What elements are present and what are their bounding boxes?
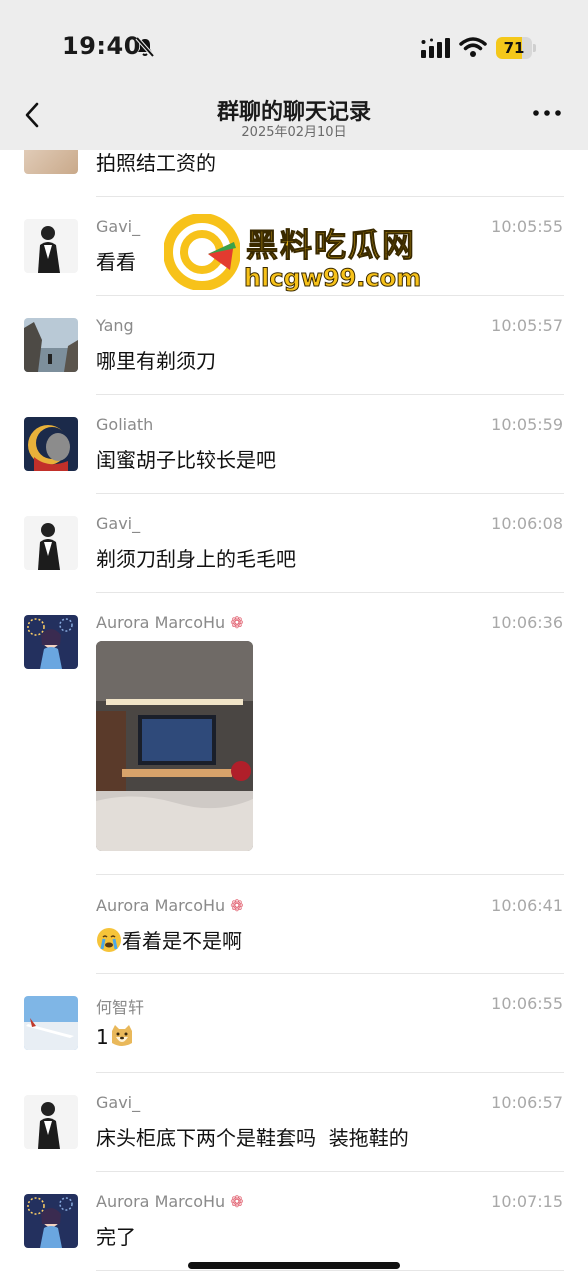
more-options-icon[interactable] [532,108,562,118]
cellular-signal-icon [421,38,450,58]
status-bar: 19:40 71 [0,0,588,90]
divider [96,394,564,395]
message-text: 闺蜜胡子比较长是吧 [96,448,276,472]
avatar[interactable] [24,417,78,471]
message-time: 10:05:55 [491,217,563,236]
sender-name: Aurora MarcoHu ❁ [96,1192,244,1211]
sender-name: 何智轩 [96,998,145,1017]
avatar[interactable] [24,1194,78,1248]
message-time: 10:05:57 [491,316,563,335]
message-text: 看着是不是啊 [96,925,242,954]
watermark-logo-icon [164,214,240,290]
flower-badge-icon: ❁ [230,613,244,632]
divider [96,493,564,494]
sender-name: Gavi_ [96,514,141,533]
message-time: 10:07:15 [491,1192,563,1211]
sender-name: Aurora MarcoHu ❁ [96,613,244,632]
avatar[interactable] [24,516,78,570]
message-time: 10:06:55 [491,994,563,1013]
message-text: 1 [96,1023,135,1049]
avatar[interactable] [24,318,78,372]
message-time: 10:05:59 [491,415,563,434]
divider [96,196,564,197]
divider [96,1072,564,1073]
divider [96,973,564,974]
message-text: 床头柜底下两个是鞋套吗 装拖鞋的 [96,1126,409,1150]
message-time: 10:06:36 [491,613,563,632]
wifi-icon [459,37,487,57]
message-time: 10:06:41 [491,896,563,915]
message-text: 剃须刀刮身上的毛毛吧 [96,547,296,571]
message-time: 10:06:08 [491,514,563,533]
chat-date: 2025年02月10日 [241,125,347,140]
battery-level-text: 71 [503,39,525,57]
avatar[interactable] [24,219,78,273]
message-text: 哪里有剃须刀 [96,349,216,373]
status-time: 19:40 [62,32,141,60]
divider [96,1171,564,1172]
avatar[interactable] [24,1095,78,1149]
divider [96,592,564,593]
top-bar: 19:40 71 群聊的聊天记录 2025年02月10日 [0,0,588,150]
message-time: 10:06:57 [491,1093,563,1112]
message-text: 完了 [96,1225,136,1249]
message-photo[interactable] [96,641,253,851]
sender-name: Gavi_ [96,1093,141,1112]
crying-emoji-icon [97,928,121,952]
watermark: 黑料吃瓜网 hlcgw99.com [164,214,449,296]
watermark-url: hlcgw99.com [243,264,422,293]
divider [96,874,564,875]
sender-name: Goliath [96,415,154,434]
message-text: 拍照结工资的 [96,151,216,175]
sender-name: Gavi_ [96,217,141,236]
flower-badge-icon: ❁ [230,1192,244,1211]
sender-name: Aurora MarcoHu ❁ [96,896,244,915]
home-indicator[interactable] [188,1262,400,1269]
watermark-title: 黑料吃瓜网 [245,226,417,265]
battery-indicator: 71 [496,37,536,59]
mute-bell-icon [135,36,155,58]
avatar[interactable] [24,615,78,669]
message-text: 看看 [96,250,136,274]
navigation-bar: 群聊的聊天记录 2025年02月10日 [0,90,588,150]
doge-emoji-icon [111,1025,132,1046]
sender-name: Yang [96,316,134,335]
flower-badge-icon: ❁ [230,896,244,915]
avatar[interactable] [24,996,78,1050]
divider [96,1270,564,1271]
